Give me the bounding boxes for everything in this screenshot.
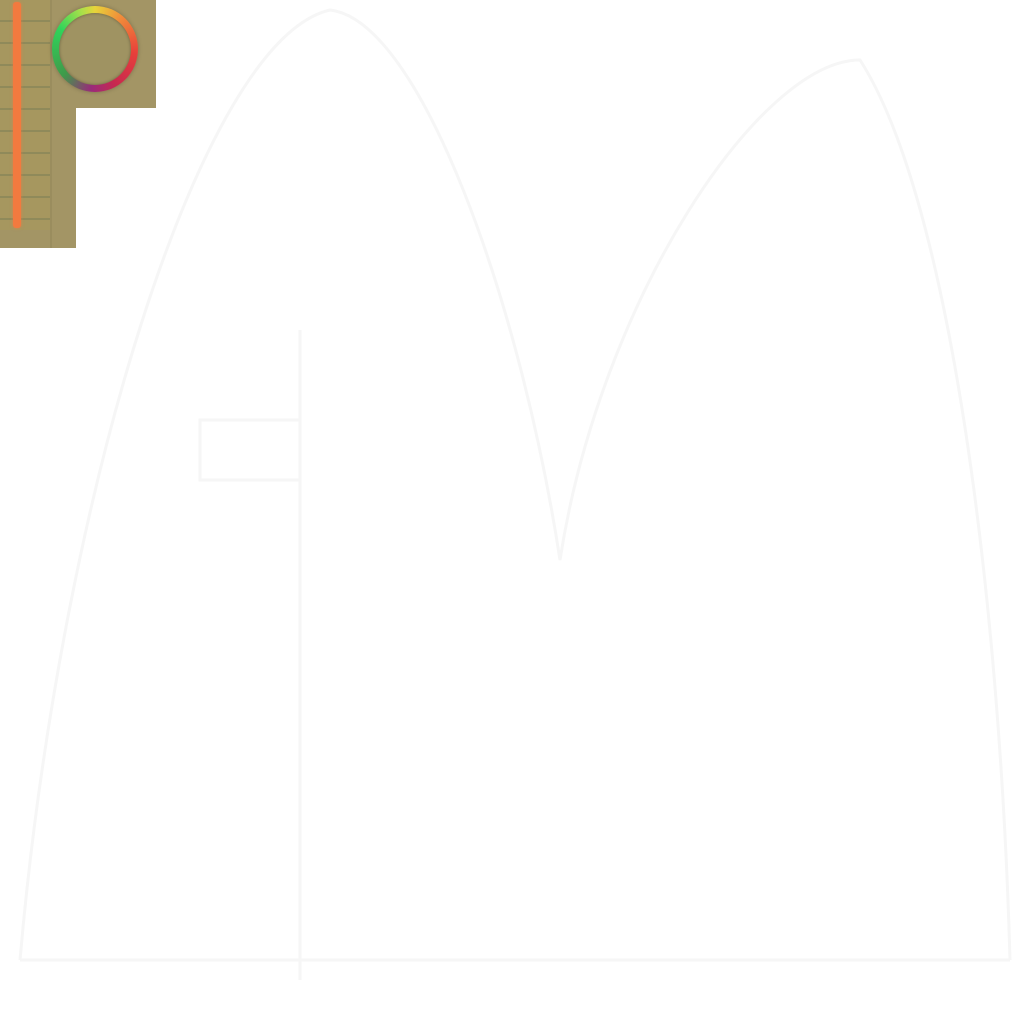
value-slider-icon[interactable]	[13, 2, 21, 228]
drawing-canvas[interactable]	[0, 0, 1024, 1024]
swatch-divider	[50, 0, 52, 248]
color-picker-panel	[0, 0, 156, 248]
swatch-column[interactable]	[0, 0, 50, 230]
color-preview	[59, 13, 131, 85]
